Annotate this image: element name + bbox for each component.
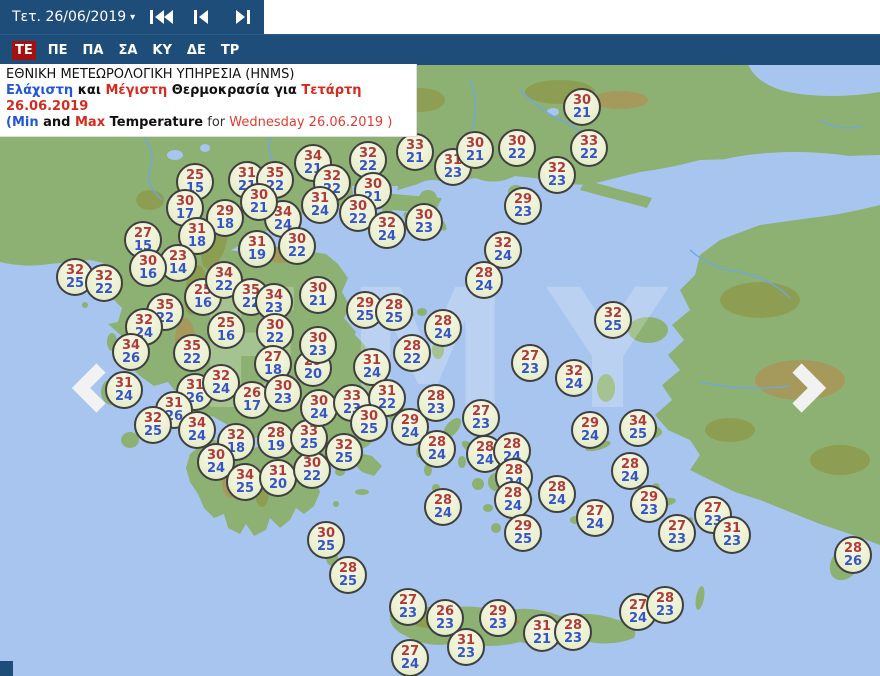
day-tab-ΚΥ[interactable]: ΚΥ (149, 41, 175, 60)
date-selector[interactable]: Τετ. 26/06/2019 ▾ (12, 9, 135, 25)
day-tab-ΔΕ[interactable]: ΔΕ (184, 41, 209, 60)
infobox-segment: Wednesday 26.06.2019 ) (229, 115, 393, 130)
day-tab-ΤΡ[interactable]: ΤΡ (218, 41, 242, 60)
infobox-segment: (Min (6, 115, 39, 130)
previous-icon (194, 10, 209, 24)
date-label: Τετ. 26/06/2019 (12, 9, 127, 25)
infobox-segment: for (203, 115, 230, 130)
day-tab-ΣΑ[interactable]: ΣΑ (115, 41, 140, 60)
infobox-segment: Μέγιστη (105, 83, 168, 98)
infobox-segment: Temperature (105, 115, 204, 130)
chevron-left-icon (71, 363, 106, 413)
next-day-chevron[interactable] (788, 362, 828, 418)
caret-down-icon: ▾ (130, 11, 136, 23)
first-day-button[interactable] (149, 0, 175, 34)
day-tab-ΠΕ[interactable]: ΠΕ (45, 41, 71, 60)
skip-to-first-icon (150, 10, 174, 24)
infobox-segment: Θερμοκρασία για (167, 83, 302, 98)
day-tab-ΠΑ[interactable]: ΠΑ (80, 41, 107, 60)
chevron-right-icon (792, 363, 827, 413)
infobox-line3: (Min and Max Temperature for Wednesday 2… (6, 115, 410, 131)
info-box: ΕΘΝΙΚΗ ΜΕΤΕΩΡΟΛΟΓΙΚΗ ΥΠΗΡΕΣΙΑ (HNMS) Ελά… (0, 64, 417, 137)
previous-day-chevron[interactable] (70, 362, 110, 418)
infobox-segment: and (38, 115, 75, 130)
infobox-segment: και (73, 83, 106, 98)
infobox-segment: Max (74, 115, 106, 130)
infobox-segment: Ελάχιστη (6, 83, 74, 98)
corner-fragment (0, 661, 13, 676)
day-tabs: ΤΕ ΠΕ ΠΑ ΣΑ ΚΥ ΔΕ ΤΡ (0, 34, 880, 65)
infobox-line2: Ελάχιστη και Μέγιστη Θερμοκρασία για Τετ… (6, 83, 410, 115)
hnms-weather-app: ΕΜΥ 25 15 30 17 31 21 35 22 34 21 32 22 32 22 33 21 31 23… (0, 0, 880, 676)
top-bar-row: Τετ. 26/06/2019 ▾ (0, 0, 880, 34)
previous-day-button[interactable] (189, 0, 215, 34)
top-bar: Τετ. 26/06/2019 ▾ (0, 0, 264, 34)
next-icon (236, 10, 251, 24)
next-day-button[interactable] (229, 0, 255, 34)
infobox-title: ΕΘΝΙΚΗ ΜΕΤΕΩΡΟΛΟΓΙΚΗ ΥΠΗΡΕΣΙΑ (HNMS) (6, 67, 295, 82)
day-tab-ΤΕ[interactable]: ΤΕ (12, 40, 36, 60)
